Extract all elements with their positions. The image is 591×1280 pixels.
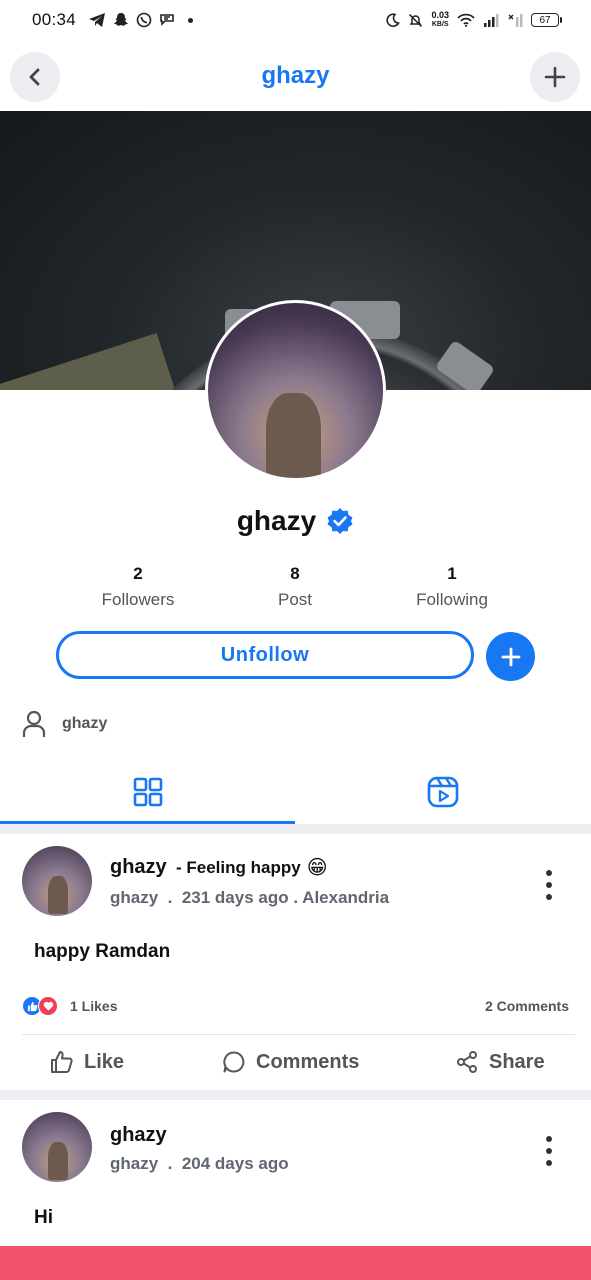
section-divider: [0, 1090, 591, 1100]
posts-label: Post: [277, 590, 313, 609]
muted-bell-icon: [409, 13, 423, 27]
meta-location: Alexandria: [302, 888, 390, 907]
post-card: ghazy ghazy . 204 days ago Hi: [0, 1100, 591, 1246]
meta-separator: .: [293, 888, 299, 907]
post-meta: ghazy . 231 days ago . Alexandria: [110, 888, 389, 908]
stat-followers[interactable]: 2 Followers: [58, 564, 218, 610]
app-header: ghazy: [0, 52, 591, 102]
notification-icons: [88, 12, 194, 28]
post-more-button[interactable]: [539, 1136, 559, 1166]
battery-icon: 67: [531, 13, 562, 27]
posts-count: 8: [290, 564, 300, 583]
bottom-banner[interactable]: [0, 1246, 591, 1280]
stat-posts[interactable]: 8 Post: [215, 564, 375, 610]
feeling-text: - Feeling happy: [176, 857, 301, 877]
status-time: 00:34: [32, 10, 77, 29]
create-button[interactable]: [530, 52, 580, 102]
telegram-icon: [89, 13, 106, 27]
comment-bubble-icon: [223, 1051, 245, 1073]
post-author-avatar[interactable]: [22, 1112, 92, 1182]
grid-icon: [133, 777, 162, 807]
plus-icon: [501, 647, 520, 666]
post-author-avatar[interactable]: [22, 846, 92, 916]
feeling-emoji: 😁: [306, 857, 328, 879]
reaction-icons[interactable]: [22, 996, 58, 1016]
post-divider: [22, 1034, 575, 1035]
more-notifications-dot: [188, 17, 194, 23]
battery-level: 67: [539, 14, 551, 26]
meta-separator: .: [167, 888, 173, 907]
about-name: ghazy: [62, 715, 108, 732]
profile-name: ghazy: [236, 505, 317, 536]
like-label: Like: [84, 1050, 125, 1073]
comments-button[interactable]: Comments: [222, 1050, 359, 1074]
meta-time: 231 days ago: [181, 888, 289, 907]
add-button[interactable]: [486, 632, 535, 681]
avatar-figure: [266, 393, 321, 478]
comments-count[interactable]: 2 Comments: [485, 998, 569, 1014]
meta-time: 204 days ago: [181, 1154, 289, 1173]
page-title: ghazy: [261, 62, 330, 89]
person-icon: [22, 710, 46, 737]
love-reaction-icon: [38, 996, 58, 1016]
post-card: ghazy - Feeling happy 😁 ghazy . 231 days…: [0, 834, 591, 1090]
profile-tabs: [0, 760, 591, 824]
share-icon: [457, 1051, 477, 1073]
cover-watch-strap: [0, 333, 194, 390]
tab-reels[interactable]: [295, 760, 590, 824]
status-bar: 00:34 0.03 KB/S 67: [0, 0, 591, 40]
share-label: Share: [489, 1050, 545, 1073]
post-more-button[interactable]: [539, 870, 559, 900]
avatar-figure: [48, 876, 68, 914]
do-not-disturb-moon-icon: [386, 12, 401, 27]
network-speed: 0.03 KB/S: [431, 11, 449, 29]
meta-user: ghazy: [110, 888, 159, 907]
wifi-icon: [457, 13, 475, 27]
profile-stats: 2 Followers 8 Post 1 Following: [0, 564, 591, 614]
like-button[interactable]: Like: [50, 1050, 124, 1074]
comments-label: Comments: [256, 1050, 360, 1073]
post-feeling: - Feeling happy 😁: [176, 855, 328, 880]
section-divider: [0, 824, 591, 834]
followers-label: Followers: [101, 590, 175, 609]
following-label: Following: [416, 590, 488, 609]
post-author-name[interactable]: ghazy: [110, 1124, 167, 1147]
profile-name-row: ghazy: [0, 505, 591, 537]
unfollow-button[interactable]: Unfollow: [56, 631, 474, 679]
meta-separator: .: [167, 1154, 173, 1173]
profile-avatar[interactable]: [205, 300, 386, 481]
following-count: 1: [447, 564, 457, 583]
followers-count: 2: [133, 564, 143, 583]
post-text: happy Ramdan: [34, 941, 171, 962]
thumbs-up-icon: [51, 1051, 73, 1073]
reels-icon: [427, 776, 458, 808]
whatsapp-icon: [136, 12, 152, 28]
signal-icon: [484, 14, 499, 27]
verified-badge-icon: [327, 508, 353, 534]
likes-count[interactable]: 1 Likes: [70, 998, 117, 1014]
post-author-name[interactable]: ghazy: [110, 856, 167, 879]
post-actions: Like Comments Share: [0, 1038, 591, 1088]
post-meta: ghazy . 204 days ago: [110, 1154, 289, 1174]
post-text: Hi: [34, 1207, 53, 1228]
network-speed-value: 0.03: [431, 10, 449, 20]
meta-user: ghazy: [110, 1154, 159, 1173]
snapchat-icon: [114, 13, 129, 26]
plus-icon: [544, 66, 566, 88]
avatar-figure: [48, 1142, 68, 1180]
messenger-icon: [160, 14, 174, 26]
system-icons: 0.03 KB/S 67: [385, 11, 562, 29]
about-row: ghazy: [22, 710, 107, 738]
stat-following[interactable]: 1 Following: [372, 564, 532, 610]
reactions-row: 1 Likes 2 Comments: [22, 996, 569, 1016]
tab-grid[interactable]: [0, 760, 295, 824]
share-button[interactable]: Share: [455, 1050, 545, 1074]
no-signal-icon: [508, 14, 523, 27]
network-speed-unit: KB/S: [431, 21, 449, 28]
